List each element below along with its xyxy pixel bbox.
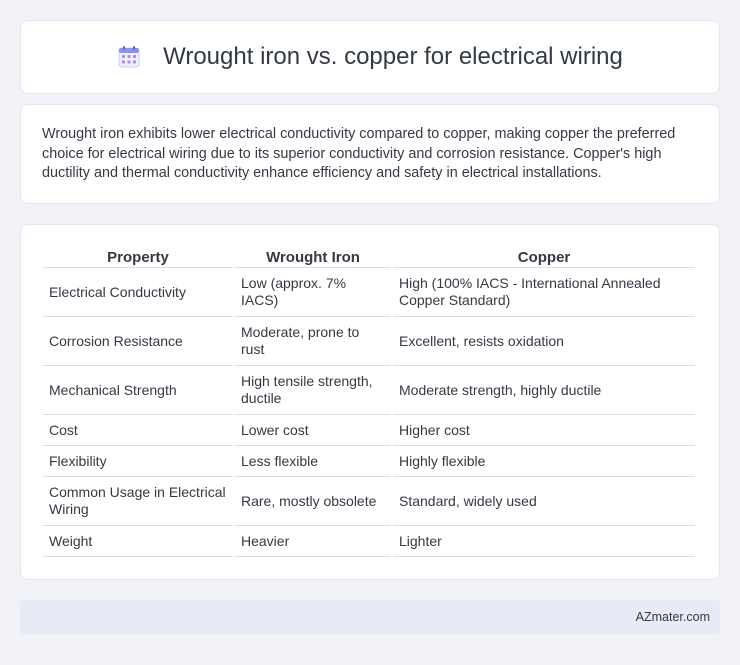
footer: AZmater.com [20, 600, 720, 634]
cell-wrought-iron: Less flexible [235, 446, 391, 477]
cell-wrought-iron: Heavier [235, 526, 391, 557]
table-row: Common Usage in Electrical Wiring Rare, … [43, 477, 695, 526]
header-copper: Copper [393, 246, 695, 268]
calendar-icon [117, 45, 141, 69]
page-title: Wrought iron vs. copper for electrical w… [163, 43, 623, 70]
cell-wrought-iron: Low (approx. 7% IACS) [235, 268, 391, 317]
cell-copper: High (100% IACS - International Annealed… [393, 268, 695, 317]
header-property: Property [43, 246, 233, 268]
table-header-row: Property Wrought Iron Copper [43, 246, 695, 268]
intro-card: Wrought iron exhibits lower electrical c… [20, 104, 720, 204]
cell-property: Corrosion Resistance [43, 317, 233, 366]
comparison-table: Property Wrought Iron Copper Electrical … [41, 246, 697, 557]
table-row: Weight Heavier Lighter [43, 526, 695, 557]
intro-paragraph: Wrought iron exhibits lower electrical c… [42, 126, 676, 182]
cell-copper: Moderate strength, highly ductile [393, 366, 695, 415]
header-wrought-iron: Wrought Iron [235, 246, 391, 268]
cell-wrought-iron: High tensile strength, ductile [235, 366, 391, 415]
cell-property: Common Usage in Electrical Wiring [43, 477, 233, 526]
table-row: Corrosion Resistance Moderate, prone to … [43, 317, 695, 366]
comparison-table-card: Property Wrought Iron Copper Electrical … [20, 224, 720, 580]
cell-copper: Lighter [393, 526, 695, 557]
table-row: Mechanical Strength High tensile strengt… [43, 366, 695, 415]
cell-property: Electrical Conductivity [43, 268, 233, 317]
cell-copper: Higher cost [393, 415, 695, 446]
table-row: Electrical Conductivity Low (approx. 7% … [43, 268, 695, 317]
cell-copper: Excellent, resists oxidation [393, 317, 695, 366]
footer-site-name: AZmater.com [635, 610, 710, 624]
cell-wrought-iron: Moderate, prone to rust [235, 317, 391, 366]
cell-property: Mechanical Strength [43, 366, 233, 415]
table-row: Flexibility Less flexible Highly flexibl… [43, 446, 695, 477]
title-card: Wrought iron vs. copper for electrical w… [20, 20, 720, 94]
cell-copper: Standard, widely used [393, 477, 695, 526]
cell-property: Cost [43, 415, 233, 446]
cell-property: Flexibility [43, 446, 233, 477]
table-row: Cost Lower cost Higher cost [43, 415, 695, 446]
cell-wrought-iron: Rare, mostly obsolete [235, 477, 391, 526]
cell-wrought-iron: Lower cost [235, 415, 391, 446]
cell-copper: Highly flexible [393, 446, 695, 477]
cell-property: Weight [43, 526, 233, 557]
